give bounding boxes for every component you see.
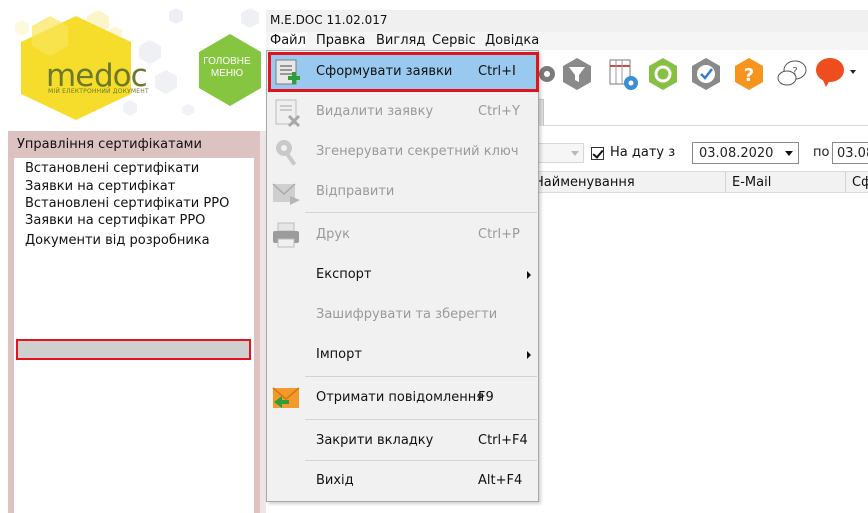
type-combo[interactable] <box>536 143 584 163</box>
receive-message-icon <box>272 387 300 408</box>
main-menu-label: ГОЛОВНЕ МЕНЮ <box>199 56 255 80</box>
menu-separator <box>305 212 537 213</box>
menu-item-create-requests[interactable]: Сформувати заявки Ctrl+I <box>269 54 537 90</box>
menu-item-export[interactable]: Експорт <box>269 257 537 293</box>
menu-item-shortcut: Ctrl+F4 <box>478 433 528 448</box>
menu-item-label: Видалити заявку <box>316 104 434 119</box>
menu-item-label: Зашифрувати та зберегти <box>316 307 498 322</box>
menu-item-exit[interactable]: Вихід Alt+F4 <box>269 463 537 499</box>
date-to-label: по <box>813 145 830 160</box>
menu-view[interactable]: Вигляд <box>376 33 425 48</box>
menu-separator <box>305 419 537 420</box>
menu-item-close-tab[interactable]: Закрити вкладку Ctrl+F4 <box>269 423 537 459</box>
menu-item-shortcut: Ctrl+I <box>478 64 516 79</box>
menu-separator <box>305 376 537 377</box>
send-envelope-icon <box>272 183 300 205</box>
filter-icon[interactable] <box>561 56 593 90</box>
nav-item-rro-cert-requests[interactable]: Заявки на сертифікат РРО <box>25 213 205 228</box>
app-title: M.E.DOC 11.02.017 <box>270 13 388 27</box>
app-screen: me doc МІЙ ЕЛЕКТРОННИЙ ДОКУМЕНТ ГОЛОВНЕ … <box>0 0 868 513</box>
menu-item-shortcut: Ctrl+Y <box>478 104 520 119</box>
help-icon[interactable]: ? <box>732 56 766 90</box>
menu-item-shortcut: Alt+F4 <box>478 473 523 488</box>
new-request-icon <box>275 59 300 85</box>
menu-item-label: Друк <box>316 227 350 242</box>
certificates-nav-list <box>14 158 254 513</box>
menu-item-generate-key[interactable]: Згенерувати секретний ключ <box>269 134 537 170</box>
key-icon <box>276 140 297 166</box>
logo-tagline: МІЙ ЕЛЕКТРОННИЙ ДОКУМЕНТ <box>48 88 149 95</box>
col-header-sf[interactable]: Сф <box>846 172 868 192</box>
panel-title: Управління сертифікатами <box>17 137 202 152</box>
refresh-icon[interactable] <box>646 56 680 90</box>
date-from-picker[interactable]: 03.08.2020 <box>692 142 799 164</box>
menu-item-label: Закрити вкладку <box>316 433 434 448</box>
main-menu-label-line2: МЕНЮ <box>210 68 244 79</box>
svg-text:?: ? <box>792 66 797 77</box>
profile-icon[interactable] <box>814 56 858 90</box>
menu-item-encrypt-save[interactable]: Зашифрувати та зберегти <box>269 297 537 333</box>
svg-text:?: ? <box>744 65 754 86</box>
date-to-value: 03.08 <box>837 146 868 161</box>
col-header-email[interactable]: E-Mail <box>726 172 846 192</box>
chevron-down-icon <box>571 151 579 156</box>
menu-edit[interactable]: Правка <box>316 33 365 48</box>
menu-item-delete-request[interactable]: Видалити заявку Ctrl+Y <box>269 94 537 130</box>
submenu-arrow-icon <box>527 351 531 359</box>
menu-item-print[interactable]: Друк Ctrl+P <box>269 217 537 253</box>
menu-item-label: Експорт <box>316 267 372 282</box>
menu-item-shortcut: F9 <box>478 390 494 405</box>
selected-item-annotation <box>16 339 251 360</box>
menu-item-shortcut: Ctrl+P <box>478 227 520 242</box>
settings-table-icon[interactable] <box>606 56 640 92</box>
file-dropdown-menu: Сформувати заявки Ctrl+I Видалити заявку… <box>266 50 539 502</box>
date-from-value: 03.08.2020 <box>699 146 774 161</box>
menu-help[interactable]: Довідка <box>485 33 539 48</box>
main-menu-label-line1: ГОЛОВНЕ <box>203 56 251 67</box>
nav-item-installed-rro-certs[interactable]: Встановлені сертифікати РРО <box>25 196 229 211</box>
menu-file[interactable]: Файл <box>270 33 306 48</box>
logo-area: me doc МІЙ ЕЛЕКТРОННИЙ ДОКУМЕНТ ГОЛОВНЕ … <box>0 0 265 130</box>
menu-item-label: Сформувати заявки <box>316 64 453 79</box>
menu-item-label: Відправити <box>316 184 395 199</box>
key-icon[interactable] <box>536 56 558 90</box>
menu-item-import[interactable]: Імпорт <box>269 337 537 373</box>
grid-header: Найменування E-Mail Сф <box>528 171 868 193</box>
chevron-down-icon[interactable] <box>785 151 793 156</box>
printer-icon <box>273 222 299 248</box>
verify-shield-icon[interactable] <box>689 56 723 90</box>
nav-item-developer-docs[interactable]: Документи від розробника <box>25 233 210 248</box>
nav-item-installed-certs[interactable]: Встановлені сертифікати <box>25 161 199 176</box>
submenu-arrow-icon <box>527 271 531 279</box>
date-to-picker[interactable]: 03.08 <box>832 142 868 164</box>
menu-service[interactable]: Сервіс <box>432 33 476 48</box>
menubar: Файл Правка Вигляд Сервіс Довідка <box>266 32 868 50</box>
date-filter-checkbox[interactable] <box>591 147 604 160</box>
menu-item-receive-messages[interactable]: Отримати повідомлення F9 <box>269 380 537 416</box>
certificates-panel: Управління сертифікатами Встановлені сер… <box>8 131 260 513</box>
menu-item-label: Отримати повідомлення <box>316 390 485 405</box>
date-filter-label: На дату з <box>610 145 676 160</box>
chat-help-icon[interactable]: ? <box>775 56 809 90</box>
menu-item-label: Вихід <box>316 473 354 488</box>
menu-item-send[interactable]: Відправити <box>269 174 537 210</box>
col-header-name[interactable]: Найменування <box>528 172 726 192</box>
nav-item-cert-requests[interactable]: Заявки на сертифікат <box>25 179 175 194</box>
app-titlebar: M.E.DOC 11.02.017 <box>266 10 868 32</box>
delete-request-icon <box>275 99 301 128</box>
menu-item-label: Згенерувати секретний ключ <box>316 144 519 159</box>
menu-separator <box>305 460 537 461</box>
menu-item-label: Імпорт <box>316 347 362 362</box>
